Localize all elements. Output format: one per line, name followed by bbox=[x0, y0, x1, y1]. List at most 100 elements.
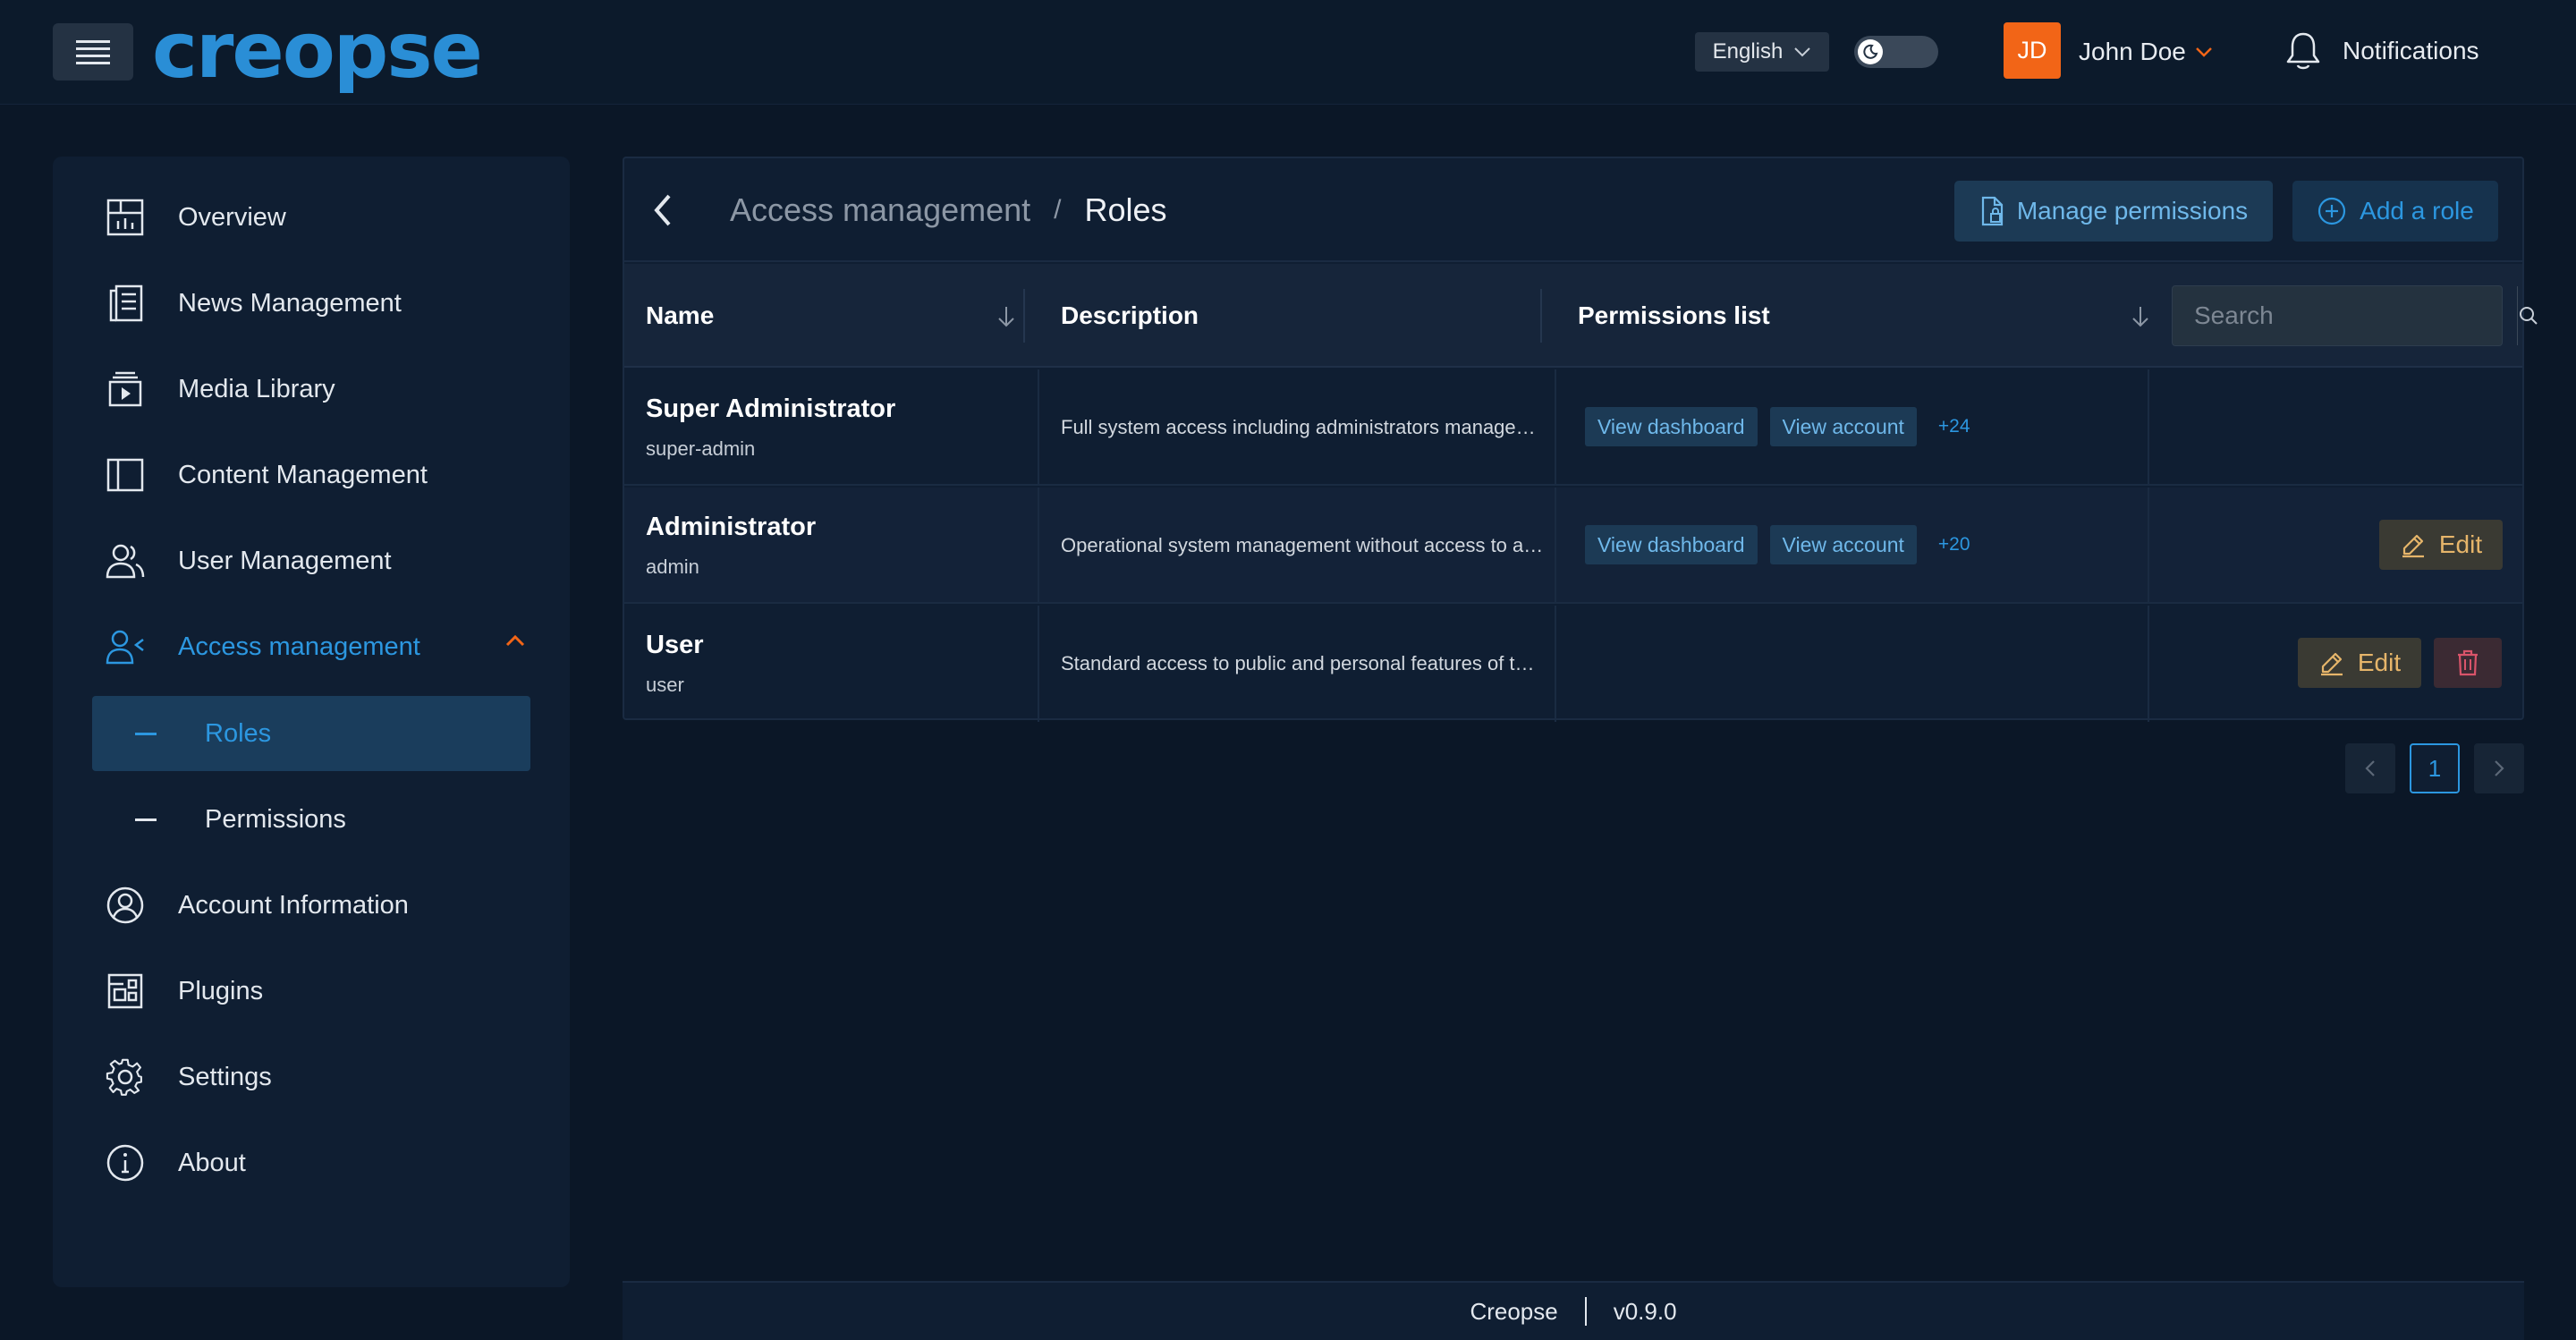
column-header-permissions[interactable]: Permissions list bbox=[1578, 264, 1770, 368]
sidebar-item-label: About bbox=[178, 1148, 246, 1177]
column-divider bbox=[2148, 488, 2149, 602]
user-avatar[interactable]: JD bbox=[2004, 22, 2061, 79]
column-divider bbox=[2148, 369, 2149, 484]
edit-role-button[interactable]: Edit bbox=[2298, 638, 2421, 688]
table-row[interactable]: Super Administrator super-admin Full sys… bbox=[624, 369, 2522, 486]
manage-permissions-button[interactable]: Manage permissions bbox=[1954, 181, 2273, 242]
page-number-button[interactable]: 1 bbox=[2410, 743, 2460, 793]
chevron-left-icon bbox=[654, 194, 671, 226]
sort-arrow-down-icon[interactable] bbox=[996, 305, 1016, 328]
sidebar-item-label: Media Library bbox=[178, 374, 335, 403]
more-permissions-count[interactable]: +20 bbox=[1938, 534, 1970, 556]
footer-version: v0.9.0 bbox=[1613, 1297, 1677, 1325]
prev-page-button[interactable] bbox=[2345, 743, 2395, 793]
trash-icon bbox=[2458, 649, 2478, 676]
permission-chip: View dashboard bbox=[1585, 525, 1758, 564]
delete-role-button[interactable] bbox=[2434, 638, 2502, 688]
edit-role-button[interactable]: Edit bbox=[2379, 520, 2503, 570]
permission-chip: View dashboard bbox=[1585, 407, 1758, 446]
avatar-initials: JD bbox=[2017, 37, 2047, 64]
sidebar-item-news[interactable]: News Management bbox=[105, 276, 525, 330]
add-role-button[interactable]: Add a role bbox=[2292, 181, 2498, 242]
logo-text: creopse bbox=[152, 6, 483, 96]
permission-chips: View dashboard View account +20 bbox=[1585, 525, 1970, 564]
column-divider bbox=[1555, 606, 1556, 722]
user-menu[interactable]: John Doe bbox=[2079, 34, 2213, 70]
layout-panel-icon bbox=[105, 454, 146, 496]
bell-icon bbox=[2286, 32, 2320, 70]
manage-permissions-label: Manage permissions bbox=[2016, 197, 2249, 225]
permission-chips: View dashboard View account +24 bbox=[1585, 407, 1970, 446]
breadcrumb: Access management / Roles bbox=[730, 189, 1167, 232]
table-row[interactable]: Administrator admin Operational system m… bbox=[624, 488, 2522, 604]
role-name: User bbox=[646, 631, 704, 659]
newspaper-icon bbox=[105, 283, 146, 324]
breadcrumb-parent[interactable]: Access management bbox=[730, 191, 1030, 229]
role-key: super-admin bbox=[646, 437, 756, 460]
app-logo[interactable]: creopse bbox=[152, 6, 483, 96]
theme-toggle[interactable] bbox=[1854, 36, 1938, 68]
column-divider bbox=[1540, 289, 1542, 343]
sidebar-item-account[interactable]: Account Information bbox=[105, 878, 525, 932]
chevron-right-icon bbox=[2495, 760, 2504, 776]
sidebar-item-label: News Management bbox=[178, 288, 402, 318]
sidebar-item-settings[interactable]: Settings bbox=[105, 1050, 525, 1104]
edit-label: Edit bbox=[2357, 649, 2402, 676]
pencil-icon bbox=[2320, 652, 2343, 676]
back-button[interactable] bbox=[649, 191, 685, 230]
sidebar-item-label: User Management bbox=[178, 546, 392, 575]
chevron-up-icon bbox=[505, 634, 525, 647]
menu-toggle-button[interactable] bbox=[53, 23, 133, 81]
more-permissions-count[interactable]: +24 bbox=[1938, 416, 1970, 437]
role-key: user bbox=[646, 674, 684, 696]
chart-dashboard-icon bbox=[105, 197, 146, 238]
sidebar-item-plugins[interactable]: Plugins bbox=[105, 964, 525, 1018]
permission-chip: View account bbox=[1769, 525, 1917, 564]
user-name: John Doe bbox=[2079, 38, 2186, 65]
plus-circle-icon bbox=[2318, 197, 2346, 225]
notifications-button[interactable]: Notifications bbox=[2284, 29, 2479, 73]
theme-toggle-knob bbox=[1858, 39, 1883, 64]
sidebar-item-content[interactable]: Content Management bbox=[105, 448, 525, 502]
top-bar: creopse English JD John Doe Notification… bbox=[0, 0, 2576, 105]
breadcrumb-separator: / bbox=[1054, 195, 1062, 225]
table-row[interactable]: User user Standard access to public and … bbox=[624, 606, 2522, 722]
dash-icon bbox=[135, 818, 157, 821]
language-select[interactable]: English bbox=[1695, 32, 1829, 72]
language-value: English bbox=[1712, 39, 1784, 64]
notifications-label: Notifications bbox=[2343, 37, 2479, 64]
sidebar-item-label: Plugins bbox=[178, 976, 264, 1005]
sidebar-item-users[interactable]: User Management bbox=[105, 534, 525, 588]
column-divider bbox=[1038, 369, 1039, 484]
sidebar-item-overview[interactable]: Overview bbox=[105, 191, 525, 244]
pencil-icon bbox=[2402, 534, 2424, 558]
role-key: admin bbox=[646, 556, 699, 578]
role-name: Administrator bbox=[646, 513, 817, 541]
pagination: 1 bbox=[2345, 743, 2524, 793]
column-divider bbox=[1038, 488, 1039, 602]
footer-divider bbox=[1584, 1297, 1587, 1326]
user-circle-icon bbox=[105, 885, 146, 926]
sidebar-item-access-management[interactable]: Access management bbox=[105, 620, 525, 674]
chevron-down-icon bbox=[1794, 47, 1811, 57]
sidebar-subitem-roles[interactable]: Roles bbox=[92, 696, 530, 771]
info-icon bbox=[105, 1142, 146, 1183]
role-description: Operational system management without ac… bbox=[1061, 534, 1544, 556]
sidebar-item-label: Access management bbox=[178, 632, 420, 661]
sidebar-subitem-permissions[interactable]: Permissions bbox=[92, 782, 530, 857]
user-access-icon bbox=[105, 626, 146, 667]
search-button[interactable] bbox=[2517, 286, 2539, 345]
next-page-button[interactable] bbox=[2474, 743, 2524, 793]
chevron-left-icon bbox=[2365, 760, 2375, 776]
column-divider bbox=[1023, 289, 1025, 343]
sidebar-item-about[interactable]: About bbox=[105, 1136, 525, 1190]
moon-icon bbox=[1863, 44, 1878, 59]
footer: Creopse v0.9.0 bbox=[623, 1281, 2524, 1340]
sort-arrow-down-icon[interactable] bbox=[2131, 305, 2150, 328]
column-divider bbox=[1555, 369, 1556, 484]
column-header-name[interactable]: Name bbox=[646, 264, 714, 368]
page-title: Roles bbox=[1084, 191, 1167, 228]
sidebar-item-media[interactable]: Media Library bbox=[105, 362, 525, 416]
footer-app-name: Creopse bbox=[1470, 1297, 1558, 1325]
search-input[interactable] bbox=[2173, 286, 2517, 345]
